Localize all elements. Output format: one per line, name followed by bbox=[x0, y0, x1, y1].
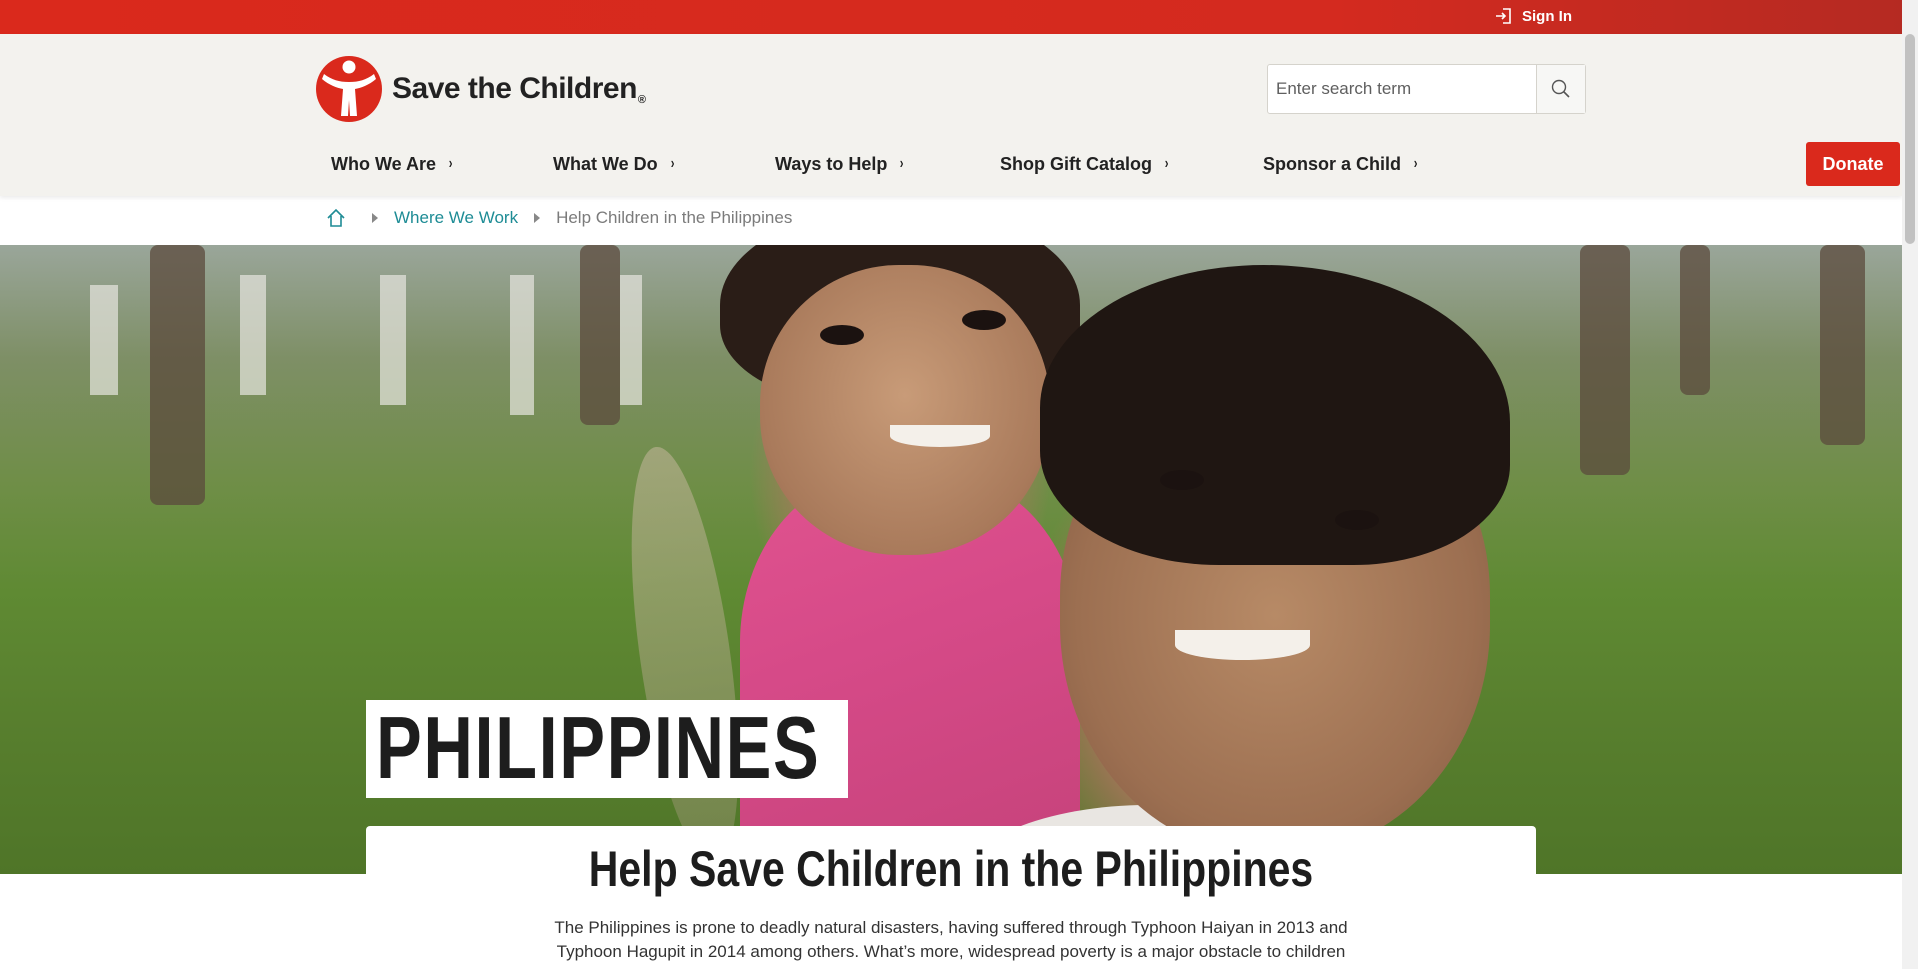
sign-in-icon bbox=[1496, 8, 1511, 24]
logo[interactable]: Save the Children® bbox=[314, 54, 646, 124]
nav-label: Ways to Help bbox=[775, 153, 888, 174]
nav-sponsor-a-child[interactable]: Sponsor a Child › bbox=[1263, 142, 1418, 186]
sign-in-link[interactable]: Sign In bbox=[1494, 7, 1572, 25]
scrollbar[interactable] bbox=[1902, 0, 1918, 969]
breadcrumb-separator-icon bbox=[372, 213, 378, 223]
logo-text: Save the Children® bbox=[392, 72, 646, 106]
hero-title: PHILIPPINES bbox=[376, 698, 821, 797]
background-tree bbox=[1680, 245, 1710, 395]
nav-label: Sponsor a Child bbox=[1263, 153, 1402, 174]
breadcrumb-home[interactable] bbox=[326, 208, 346, 228]
boy-hair bbox=[1040, 265, 1510, 565]
hero-title-box: PHILIPPINES bbox=[366, 700, 848, 798]
background-post bbox=[510, 275, 534, 415]
breadcrumb-current: Help Children in the Philippines bbox=[556, 208, 793, 227]
chevron-right-icon: › bbox=[1164, 155, 1169, 172]
eye bbox=[820, 325, 864, 345]
eye bbox=[962, 310, 1006, 330]
dirt-path bbox=[611, 440, 759, 870]
scrollbar-thumb[interactable] bbox=[1905, 34, 1915, 244]
save-the-children-logo-icon bbox=[316, 56, 382, 122]
background-tree bbox=[1820, 245, 1865, 445]
background-tree bbox=[1580, 245, 1630, 475]
smile bbox=[1175, 630, 1310, 660]
background-post bbox=[620, 275, 642, 405]
girl-face bbox=[760, 265, 1050, 555]
search-button[interactable] bbox=[1536, 65, 1585, 113]
eye bbox=[1335, 510, 1379, 530]
eye bbox=[1160, 470, 1204, 490]
nav-what-we-do[interactable]: What We Do › bbox=[553, 142, 675, 186]
registered-mark: ® bbox=[637, 94, 646, 106]
brand-name: Save the Children bbox=[392, 72, 637, 105]
background-tree bbox=[580, 245, 620, 425]
home-icon bbox=[327, 208, 345, 227]
breadcrumb-where-we-work[interactable]: Where We Work bbox=[394, 208, 518, 228]
main-nav: Who We Are › What We Do › Ways to Help ›… bbox=[314, 142, 1900, 186]
intro-text: The Philippines is prone to deadly natur… bbox=[554, 918, 1348, 961]
nav-who-we-are[interactable]: Who We Are › bbox=[331, 142, 453, 186]
chevron-right-icon: › bbox=[448, 155, 453, 172]
utility-bar: Sign In bbox=[0, 0, 1902, 34]
hero-image: PHILIPPINES bbox=[0, 245, 1902, 874]
chevron-right-icon: › bbox=[1413, 155, 1418, 172]
background-tree bbox=[150, 245, 205, 505]
donate-button[interactable]: Donate bbox=[1806, 142, 1900, 186]
breadcrumb-separator-icon bbox=[534, 213, 541, 223]
sign-in-label: Sign In bbox=[1522, 7, 1572, 25]
chevron-right-icon: › bbox=[670, 155, 675, 172]
intro-heading: Help Save Children in the Philippines bbox=[588, 841, 1314, 897]
search-input[interactable] bbox=[1268, 65, 1536, 113]
nav-label: Shop Gift Catalog bbox=[1000, 153, 1152, 174]
chevron-right-icon: › bbox=[900, 155, 904, 172]
breadcrumb: Where We Work Help Children in the Phili… bbox=[326, 208, 792, 228]
site-header: Save the Children® Who We Are › What We … bbox=[0, 34, 1902, 196]
nav-shop-gift-catalog[interactable]: Shop Gift Catalog › bbox=[1000, 142, 1169, 186]
background-post bbox=[240, 275, 266, 395]
search-box bbox=[1267, 64, 1586, 114]
background-post bbox=[90, 285, 118, 395]
smile bbox=[890, 425, 990, 447]
search-icon bbox=[1551, 79, 1570, 98]
nav-label: Who We Are bbox=[331, 153, 437, 174]
background-post bbox=[380, 275, 406, 405]
intro-card: Help Save Children in the Philippines Th… bbox=[366, 826, 1536, 969]
nav-ways-to-help[interactable]: Ways to Help › bbox=[775, 142, 905, 186]
nav-label: What We Do bbox=[553, 153, 658, 174]
